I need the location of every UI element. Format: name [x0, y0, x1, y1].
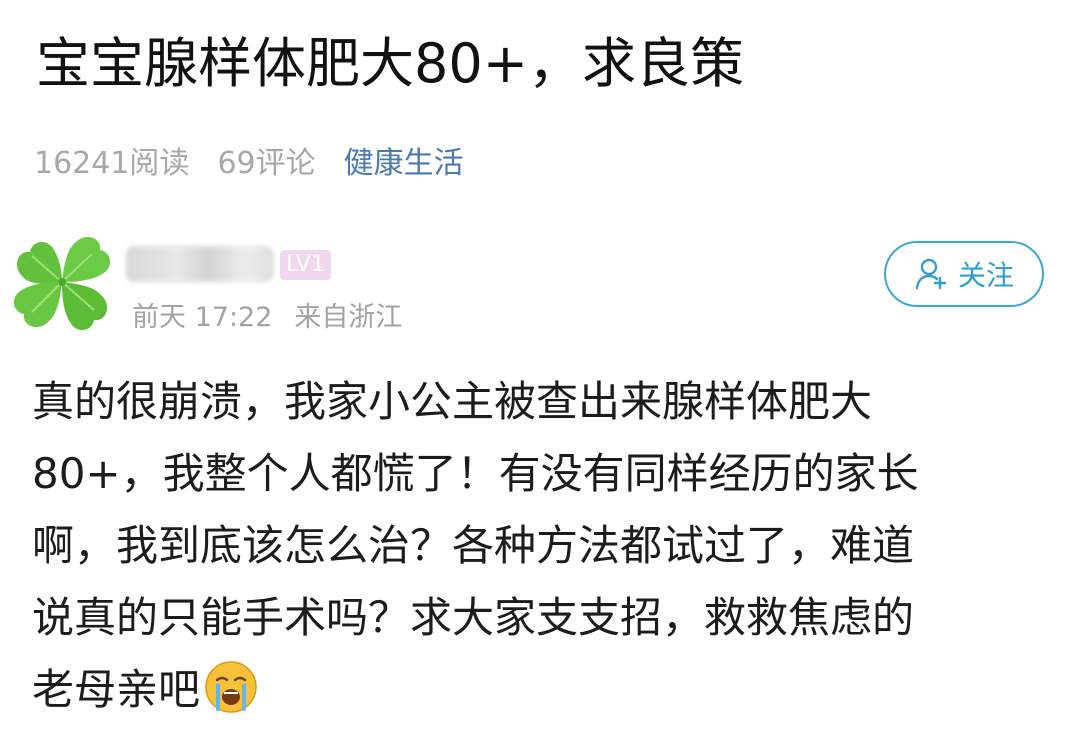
username-blurred[interactable]: [126, 246, 274, 282]
follow-label: 关注: [957, 259, 1014, 292]
post-meta: 16241阅读 69评论 健康生活: [34, 138, 464, 182]
follow-button[interactable]: 关注: [884, 241, 1044, 307]
comment-count[interactable]: 69评论: [217, 138, 315, 182]
post-body: 真的很崩溃，我家小公主被查出来腺样体肥大 80+，我整个人都慌了！有没有同样经历…: [32, 366, 1048, 726]
level-badge: LV1: [280, 250, 331, 280]
post-body-line: 真的很崩溃，我家小公主被查出来腺样体肥大: [32, 377, 873, 426]
avatar[interactable]: [6, 226, 118, 338]
post-body-line: 80+，我整个人都慌了！有没有同样经历的家长: [32, 449, 919, 498]
read-count: 16241阅读: [34, 146, 190, 181]
post-body-line: 啊，我到底该怎么治？各种方法都试过了，难道: [32, 521, 915, 570]
post-body-line: 说真的只能手术吗？求大家支支招，救救焦虑的: [32, 593, 915, 642]
four-leaf-clover-icon: [13, 236, 111, 331]
post-location: 来自浙江: [294, 301, 403, 333]
post-time: 前天 17:22: [132, 301, 273, 333]
post-body-line-last: 老母亲吧: [32, 654, 1048, 726]
post-title: 宝宝腺样体肥大80+，求良策: [36, 32, 744, 95]
post-body-line: 老母亲吧: [32, 665, 201, 714]
post-info: 前天 17:22 来自浙江: [132, 294, 402, 334]
add-user-icon: [915, 258, 947, 290]
category-link[interactable]: 健康生活: [344, 138, 464, 182]
crying-face-icon: [205, 661, 257, 713]
